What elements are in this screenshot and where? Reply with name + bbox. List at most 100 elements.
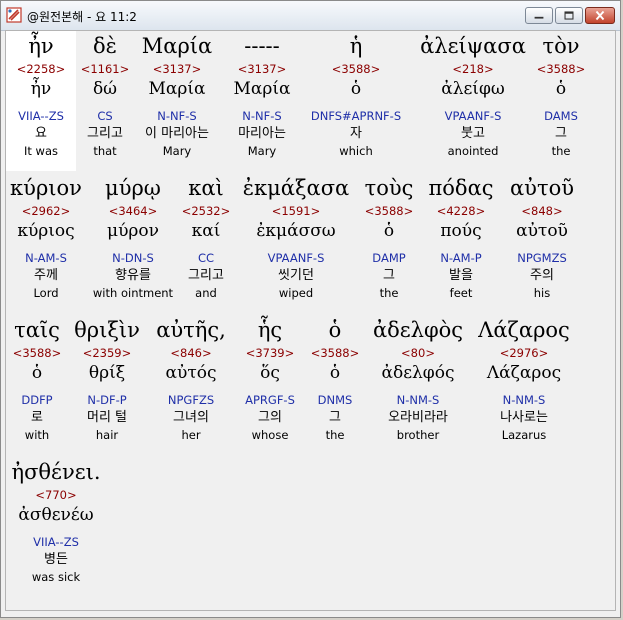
greek-word: Μαρία bbox=[141, 34, 213, 58]
greek-word: αὐτοῦ bbox=[510, 176, 574, 200]
greek-word: μύρῳ bbox=[105, 176, 161, 200]
parsing-code: CC bbox=[197, 251, 215, 265]
lemma: ὁ bbox=[555, 79, 567, 99]
english-gloss: wiped bbox=[278, 286, 314, 300]
maximize-button[interactable] bbox=[555, 7, 583, 24]
strong-number[interactable]: <846> bbox=[148, 345, 234, 361]
korean-gloss: 나사로는 bbox=[500, 410, 548, 425]
korean-gloss: 씻기던 bbox=[278, 268, 314, 283]
strong-number[interactable]: <3588> bbox=[302, 61, 410, 77]
maximize-icon bbox=[564, 11, 574, 20]
strong-number[interactable]: <3588> bbox=[532, 61, 590, 77]
strong-number[interactable]: <1161> bbox=[76, 61, 134, 77]
english-gloss: Lazarus bbox=[501, 428, 547, 442]
word-cell[interactable]: Λάζαρος <2976> Λάζαρος N-NM-S 나사로는 Lazar… bbox=[472, 315, 576, 443]
strong-number[interactable]: <3137> bbox=[226, 61, 298, 77]
word-cell[interactable]: ἐκμάξασα <1591> ἐκμάσσω VPAANF-S 씻기던 wip… bbox=[238, 173, 354, 301]
lemma: δώ bbox=[92, 79, 118, 99]
korean-gloss: 주의 bbox=[530, 268, 554, 283]
word-cell[interactable]: καὶ <2532> καί CC 그리고 and bbox=[178, 173, 234, 301]
lemma: θρίξ bbox=[88, 363, 126, 383]
word-cell[interactable]: κύριον <2962> κύριος N-AM-S 주께 Lord bbox=[8, 173, 84, 301]
strong-number[interactable]: <1591> bbox=[238, 203, 354, 219]
greek-word: ἐκμάξασα bbox=[242, 176, 350, 200]
english-gloss: brother bbox=[396, 428, 440, 442]
english-gloss: the bbox=[551, 144, 571, 158]
lemma: ὁ bbox=[31, 363, 43, 383]
word-cell[interactable]: τοὺς <3588> ὁ DAMP 그 the bbox=[358, 173, 420, 301]
parsing-code: N-NF-S bbox=[157, 109, 197, 123]
word-cell[interactable]: ----- <3137> Μαρία N-NF-S 마리아는 Mary bbox=[226, 31, 298, 159]
strong-number[interactable]: <4228> bbox=[424, 203, 498, 219]
lemma: αὐτοῦ bbox=[516, 221, 568, 241]
strong-number[interactable]: <2258> bbox=[6, 61, 76, 77]
strong-number[interactable]: <3464> bbox=[90, 203, 176, 219]
lemma: ὁ bbox=[329, 363, 341, 383]
strong-number[interactable]: <3588> bbox=[358, 203, 420, 219]
english-gloss: whose bbox=[251, 428, 289, 442]
parsing-code: DNMS bbox=[317, 393, 353, 407]
word-cell[interactable]: μύρῳ <3464> μύρον N-DN-S 향유를 with ointme… bbox=[90, 173, 176, 301]
minimize-button[interactable] bbox=[525, 7, 553, 24]
word-cell[interactable]: πόδας <4228> πούς N-AM-P 발을 feet bbox=[424, 173, 498, 301]
english-gloss: hair bbox=[95, 428, 119, 442]
word-cell[interactable]: ἀδελφὸς <80> ἀδελφός N-NM-S 오라비라라 brothe… bbox=[368, 315, 468, 443]
strong-number[interactable]: <3588> bbox=[8, 345, 66, 361]
strong-number[interactable]: <2532> bbox=[178, 203, 234, 219]
strong-number[interactable]: <3137> bbox=[134, 61, 220, 77]
strong-number[interactable]: <218> bbox=[414, 61, 532, 77]
close-button[interactable] bbox=[585, 7, 615, 24]
lemma: Μαρία bbox=[233, 79, 291, 99]
greek-word: ----- bbox=[244, 34, 280, 58]
word-cell[interactable]: ἡ <3588> ὁ DNFS#APRNF-S 자 which bbox=[302, 31, 410, 159]
korean-gloss: 그의 bbox=[258, 410, 282, 425]
word-cell[interactable]: ἀλείψασα <218> ἀλείφω VPAANF-S 붓고 anoint… bbox=[414, 31, 532, 159]
title-bar[interactable]: @원전본해 - 요 11:2 bbox=[1, 1, 620, 31]
word-cell[interactable]: ὁ <3588> ὁ DNMS 그 the bbox=[306, 315, 364, 443]
korean-gloss: 그리고 bbox=[87, 126, 123, 141]
strong-number[interactable]: <2359> bbox=[72, 345, 142, 361]
parsing-code: VPAANF-S bbox=[267, 251, 325, 265]
strong-number[interactable]: <2962> bbox=[8, 203, 84, 219]
parsing-code: VIIA--ZS bbox=[33, 535, 79, 549]
word-cell[interactable]: Μαρία <3137> Μαρία N-NF-S 이 마리아는 Mary bbox=[134, 31, 220, 159]
korean-gloss: 그 bbox=[555, 126, 567, 141]
korean-gloss: 향유를 bbox=[115, 268, 151, 283]
greek-word: ἀδελφὸς bbox=[372, 318, 464, 342]
greek-word: κύριον bbox=[10, 176, 82, 200]
strong-number[interactable]: <3588> bbox=[306, 345, 364, 361]
greek-word: ὁ bbox=[328, 318, 342, 342]
english-gloss: Lord bbox=[33, 286, 59, 300]
word-cell[interactable]: ἠσθένει. <770> ἀσθενέω VIIA--ZS 병든 was s… bbox=[8, 457, 104, 585]
interlinear-panel[interactable]: ἦν <2258> ἦν VIIA--ZS 요 It was δὲ <1161>… bbox=[5, 30, 616, 611]
word-cell[interactable]: θριξὶν <2359> θρίξ N-DF-P 머리 털 hair bbox=[72, 315, 142, 443]
parsing-code: DNFS#APRNF-S bbox=[310, 109, 402, 123]
strong-number[interactable]: <3739> bbox=[238, 345, 302, 361]
korean-gloss: 그리고 bbox=[188, 268, 224, 283]
word-cell[interactable]: τὸν <3588> ὁ DAMS 그 the bbox=[532, 31, 590, 159]
greek-word: ἧς bbox=[257, 318, 283, 342]
greek-word: καὶ bbox=[188, 176, 224, 200]
greek-word: δὲ bbox=[93, 34, 117, 58]
word-cell[interactable]: αὐτοῦ <848> αὐτοῦ NPGMZS 주의 his bbox=[502, 173, 582, 301]
word-cell[interactable]: ἧς <3739> ὅς APRGF-S 그의 whose bbox=[238, 315, 302, 443]
korean-gloss: 그 bbox=[329, 410, 341, 425]
word-cell[interactable]: ταῖς <3588> ὁ DDFP 로 with bbox=[8, 315, 66, 443]
strong-number[interactable]: <848> bbox=[502, 203, 582, 219]
greek-word: πόδας bbox=[428, 176, 494, 200]
parsing-code: DDFP bbox=[21, 393, 53, 407]
word-cell[interactable]: αὐτῆς, <846> αὐτός NPGFZS 그녀의 her bbox=[148, 315, 234, 443]
greek-word: τοὺς bbox=[364, 176, 414, 200]
word-cell[interactable]: δὲ <1161> δώ CS 그리고 that bbox=[76, 31, 134, 159]
english-gloss: Mary bbox=[247, 144, 277, 158]
greek-word: τὸν bbox=[542, 34, 580, 58]
korean-gloss: 로 bbox=[31, 410, 43, 425]
lemma: Λάζαρος bbox=[486, 363, 562, 383]
lemma: ἀδελφός bbox=[381, 363, 455, 383]
word-cell[interactable]: ἦν <2258> ἦν VIIA--ZS 요 It was bbox=[6, 31, 76, 171]
strong-number[interactable]: <770> bbox=[8, 487, 104, 503]
strong-number[interactable]: <2976> bbox=[472, 345, 576, 361]
strong-number[interactable]: <80> bbox=[368, 345, 468, 361]
parsing-code: VIIA--ZS bbox=[18, 109, 64, 123]
minimize-icon bbox=[534, 16, 544, 19]
